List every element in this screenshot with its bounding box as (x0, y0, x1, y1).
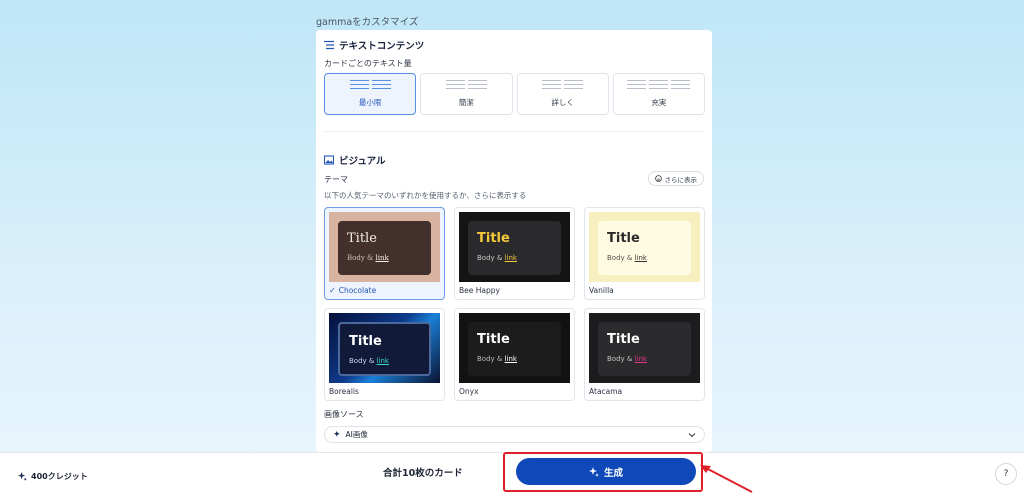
preview-link: link (634, 254, 647, 262)
customize-panel: テキストコンテンツ カードごとのテキスト量 最小限 簡潔 詳しく 充実 ビジュア… (316, 30, 712, 452)
theme-description: 以下の人気テーマのいずれかを使用するか、さらに表示する (324, 191, 527, 200)
text-amount-detailed[interactable]: 詳しく (516, 73, 609, 115)
preview-body: Body & link (607, 254, 691, 262)
theme-name-label: Vanilla (589, 286, 614, 295)
preview-body: Body & link (347, 254, 431, 262)
preview-body-text: Body & (607, 355, 635, 363)
total-cards: 合計10枚のカード (383, 468, 463, 479)
preview-title: Title (477, 231, 510, 246)
page-title: gammaをカスタマイズ (316, 17, 419, 28)
image-icon (324, 155, 334, 165)
theme-preview: Title Body & link (329, 212, 440, 282)
theme-name-label: Borealis (329, 387, 359, 396)
theme-card-atacama[interactable]: Title Body & link Atacama (584, 308, 705, 401)
text-lines-icon (324, 40, 334, 50)
credits-indicator[interactable]: 400クレジット (18, 471, 88, 482)
preview-body-text: Body & (347, 254, 376, 262)
theme-preview: Title Body & link (329, 313, 440, 383)
text-content-title: テキストコンテンツ (339, 41, 425, 52)
theme-name: ✓ Chocolate (329, 286, 376, 295)
text-amount-label-extensive: 充実 (651, 98, 667, 107)
preview-title: Title (607, 231, 640, 246)
theme-preview-card: Title Body & link (338, 322, 431, 376)
text-density-icon (445, 80, 487, 89)
theme-card-onyx[interactable]: Title Body & link Onyx (454, 308, 575, 401)
text-density-icon (349, 80, 391, 89)
preview-title: Title (347, 231, 377, 246)
credits-label: 400クレジット (31, 472, 88, 481)
text-amount-label-minimal: 最小限 (358, 98, 382, 107)
preview-link: link (634, 355, 647, 363)
preview-body-text: Body & (349, 357, 377, 365)
visual-heading: ビジュアル (324, 153, 386, 167)
preview-body: Body & link (477, 355, 561, 363)
preview-body: Body & link (477, 254, 561, 262)
image-source-value: AI画像 (345, 430, 368, 439)
text-amount-extensive[interactable]: 充実 (612, 73, 705, 115)
text-content-heading: テキストコンテンツ (324, 38, 424, 52)
preview-link: link (376, 357, 389, 365)
show-more-label: さらに表示 (664, 175, 698, 184)
theme-name: Onyx (459, 387, 479, 396)
section-divider (324, 131, 704, 132)
sparkle-icon (588, 466, 599, 477)
image-source-label: 画像ソース (324, 410, 364, 419)
theme-label: テーマ (324, 175, 348, 184)
preview-body: Body & link (349, 357, 429, 365)
chevron-down-icon (688, 432, 696, 437)
theme-preview: Title Body & link (589, 212, 700, 282)
theme-name-label: Onyx (459, 387, 479, 396)
theme-card-bee-happy[interactable]: Title Body & link Bee Happy (454, 207, 575, 300)
sparkle-icon: ✦ (333, 429, 341, 440)
theme-card-vanilla[interactable]: Title Body & link Vanilla (584, 207, 705, 300)
theme-name-label: Atacama (589, 387, 623, 396)
preview-link: link (375, 254, 389, 262)
text-amount-options: 最小限 簡潔 詳しく 充実 (324, 73, 705, 115)
annotation-arrow-icon (700, 465, 753, 493)
text-amount-label: カードごとのテキスト量 (324, 59, 412, 68)
text-density-icon (542, 80, 584, 89)
theme-preview-card: Title Body & link (468, 322, 561, 376)
theme-preview-card: Title Body & link (338, 221, 431, 275)
bottom-bar: 400クレジット 合計10枚のカード 生成 ? (0, 452, 1024, 498)
preview-title: Title (477, 332, 510, 347)
help-button[interactable]: ? (995, 463, 1017, 485)
preview-link: link (504, 254, 517, 262)
preview-body-text: Body & (477, 254, 505, 262)
theme-card-chocolate[interactable]: Title Body & link ✓ Chocolate (324, 207, 445, 300)
text-amount-minimal[interactable]: 最小限 (324, 73, 417, 115)
theme-preview-card: Title Body & link (468, 221, 561, 275)
sparkle-icon (18, 472, 27, 481)
theme-preview: Title Body & link (459, 313, 570, 383)
theme-card-borealis[interactable]: Title Body & link Borealis (324, 308, 445, 401)
text-density-icon (627, 80, 691, 89)
theme-name: Vanilla (589, 286, 614, 295)
text-amount-label-concise: 簡潔 (458, 98, 474, 107)
preview-body: Body & link (607, 355, 691, 363)
preview-title: Title (607, 332, 640, 347)
palette-icon (654, 175, 662, 182)
theme-preview: Title Body & link (459, 212, 570, 282)
preview-link: link (504, 355, 517, 363)
theme-preview: Title Body & link (589, 313, 700, 383)
generate-label: 生成 (603, 467, 623, 479)
theme-name-label: Bee Happy (459, 286, 500, 295)
show-more-button[interactable]: さらに表示 (647, 171, 704, 186)
theme-preview-card: Title Body & link (598, 221, 691, 275)
theme-name-label: Chocolate (338, 286, 377, 295)
theme-preview-card: Title Body & link (598, 322, 691, 376)
generate-button[interactable]: 生成 (516, 458, 696, 485)
theme-grid: Title Body & link ✓ Chocolate Title Body… (324, 207, 705, 401)
visual-title: ビジュアル (339, 156, 386, 167)
image-source-select[interactable]: ✦ AI画像 (324, 426, 705, 443)
text-amount-concise[interactable]: 簡潔 (420, 73, 513, 115)
theme-name: Atacama (589, 387, 622, 396)
preview-body-text: Body & (477, 355, 505, 363)
check-icon: ✓ (329, 286, 336, 295)
preview-body-text: Body & (607, 254, 635, 262)
preview-title: Title (349, 334, 382, 349)
theme-name: Bee Happy (459, 286, 500, 295)
text-amount-label-detailed: 詳しく (551, 98, 574, 107)
theme-name: Borealis (329, 387, 359, 396)
